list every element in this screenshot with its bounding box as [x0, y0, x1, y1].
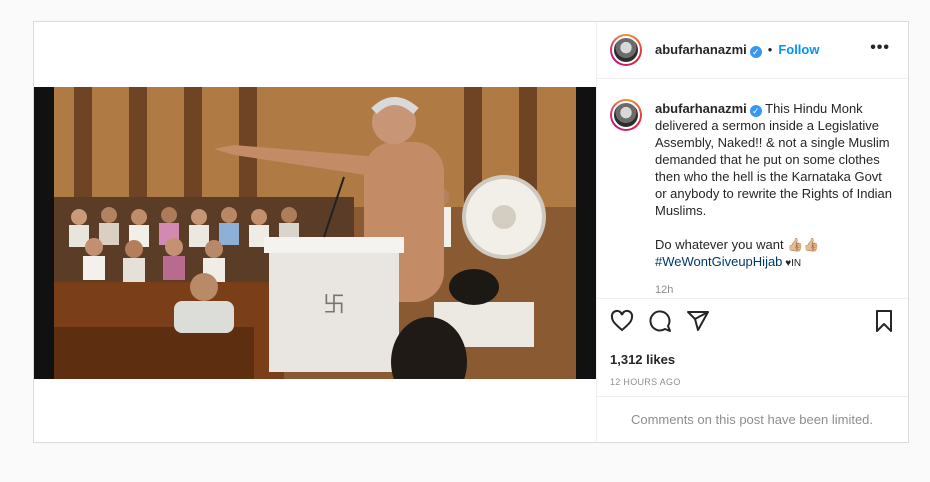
seated-man-body — [174, 301, 234, 333]
verified-badge-icon: ✓ — [749, 46, 762, 58]
header-user-row: abufarhanazmi ✓ • Follow — [655, 42, 819, 58]
post-media: 卐 — [34, 22, 597, 442]
post-card: 卐 abufarhanazmi ✓ • Follow ••• abufarhan… — [33, 21, 909, 443]
caption-text: This Hindu Monk delivered a sermon insid… — [655, 101, 893, 218]
post-image: 卐 — [34, 87, 596, 379]
heart-icon[interactable] — [610, 309, 634, 338]
author-avatar[interactable] — [610, 34, 642, 66]
desk-front — [54, 327, 254, 379]
caption-area: abufarhanazmi ✓ This Hindu Monk delivered… — [596, 79, 908, 299]
caption-verified-badge-icon: ✓ — [749, 105, 762, 117]
post-timestamp[interactable]: 12 HOURS AGO — [610, 377, 681, 387]
caption-line2: Do whatever you want 👍🏼👍🏼 #WeWontGiveupH… — [655, 236, 895, 272]
post-sidebar: abufarhanazmi ✓ • Follow ••• abufarhanazmi ✓… — [596, 22, 908, 442]
caption-username[interactable]: abufarhanazmi — [655, 101, 747, 116]
share-icon[interactable] — [686, 309, 710, 338]
foreground-hair — [449, 269, 499, 305]
comments-limited-notice: Comments on this post have been limited. — [596, 396, 908, 442]
hashtag-link[interactable]: #WeWontGiveupHijab — [655, 254, 782, 269]
caption-avatar[interactable] — [610, 99, 642, 131]
post-header: abufarhanazmi ✓ • Follow ••• — [596, 22, 908, 79]
post-photo[interactable]: 卐 — [34, 87, 596, 379]
post-caption: abufarhanazmi ✓ This Hindu Monk delivered… — [655, 100, 895, 272]
caption-suffix: ♥IN — [782, 258, 802, 269]
action-bar — [596, 309, 908, 339]
separator-dot: • — [767, 42, 773, 57]
swastika-symbol: 卐 — [323, 293, 345, 318]
more-options-icon[interactable]: ••• — [870, 40, 890, 56]
follow-button[interactable]: Follow — [778, 42, 819, 57]
seated-man-head — [190, 273, 218, 301]
caption-time[interactable]: 12h — [655, 284, 673, 296]
bookmark-icon[interactable] — [872, 309, 896, 338]
caption-line2-text: Do whatever you want 👍🏼👍🏼 — [655, 237, 820, 252]
author-username[interactable]: abufarhanazmi — [655, 42, 747, 57]
comment-icon[interactable] — [648, 309, 672, 338]
likes-count[interactable]: 1,312 likes — [610, 352, 675, 367]
podium-top — [264, 237, 404, 253]
